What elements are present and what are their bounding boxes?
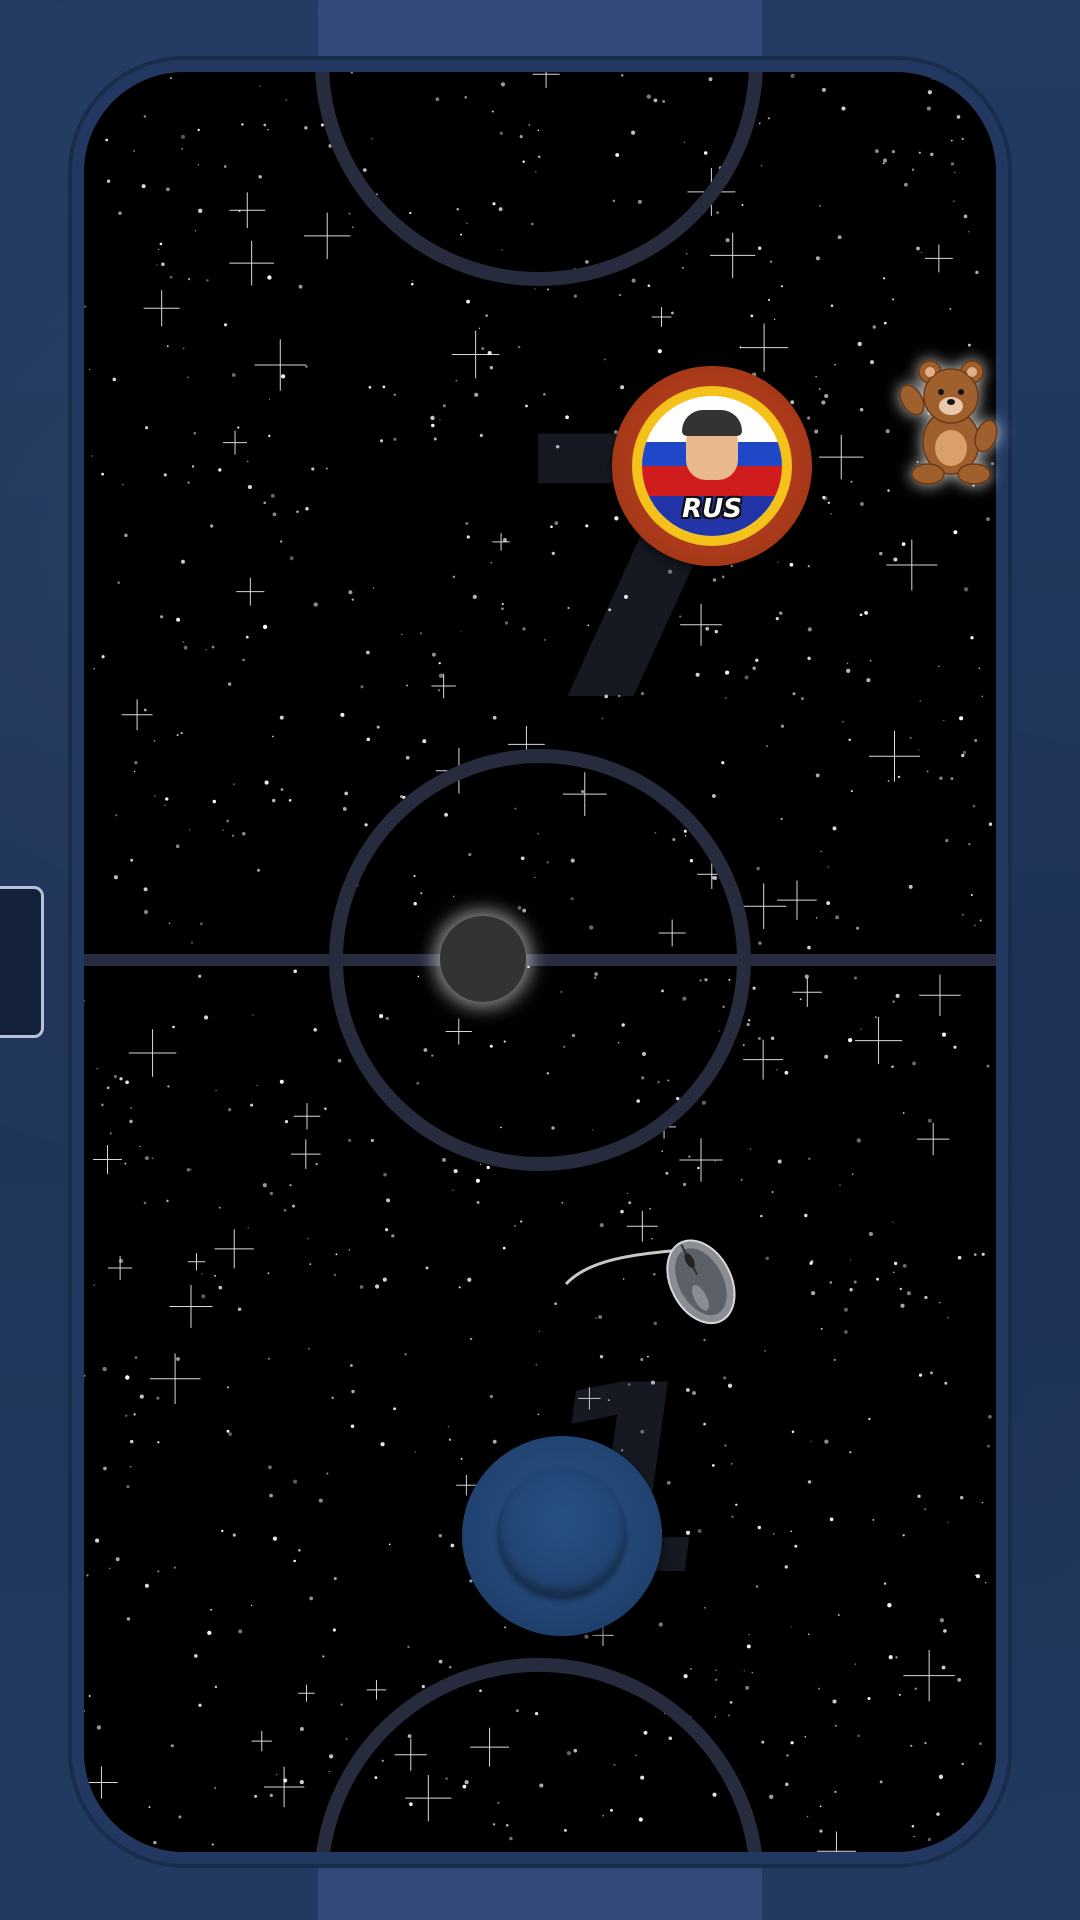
player-goal xyxy=(318,1850,762,1920)
opponent-goal xyxy=(318,0,762,80)
bottom-goal-crease xyxy=(316,1657,762,1852)
player-paddle[interactable] xyxy=(462,1436,662,1636)
opponent-country-code: RUS xyxy=(682,494,742,524)
opponent-badge-ring: RUS xyxy=(632,386,792,546)
opponent-paddle: RUS xyxy=(612,366,812,566)
side-menu-tab[interactable] xyxy=(0,886,44,1038)
teddy-bear-icon[interactable] xyxy=(896,356,1000,486)
opponent-avatar: RUS xyxy=(642,396,782,536)
computer-mouse-icon[interactable] xyxy=(560,1228,750,1338)
puck xyxy=(440,916,526,1002)
top-goal-crease xyxy=(315,72,763,286)
player-paddle-knob[interactable] xyxy=(498,1468,626,1596)
